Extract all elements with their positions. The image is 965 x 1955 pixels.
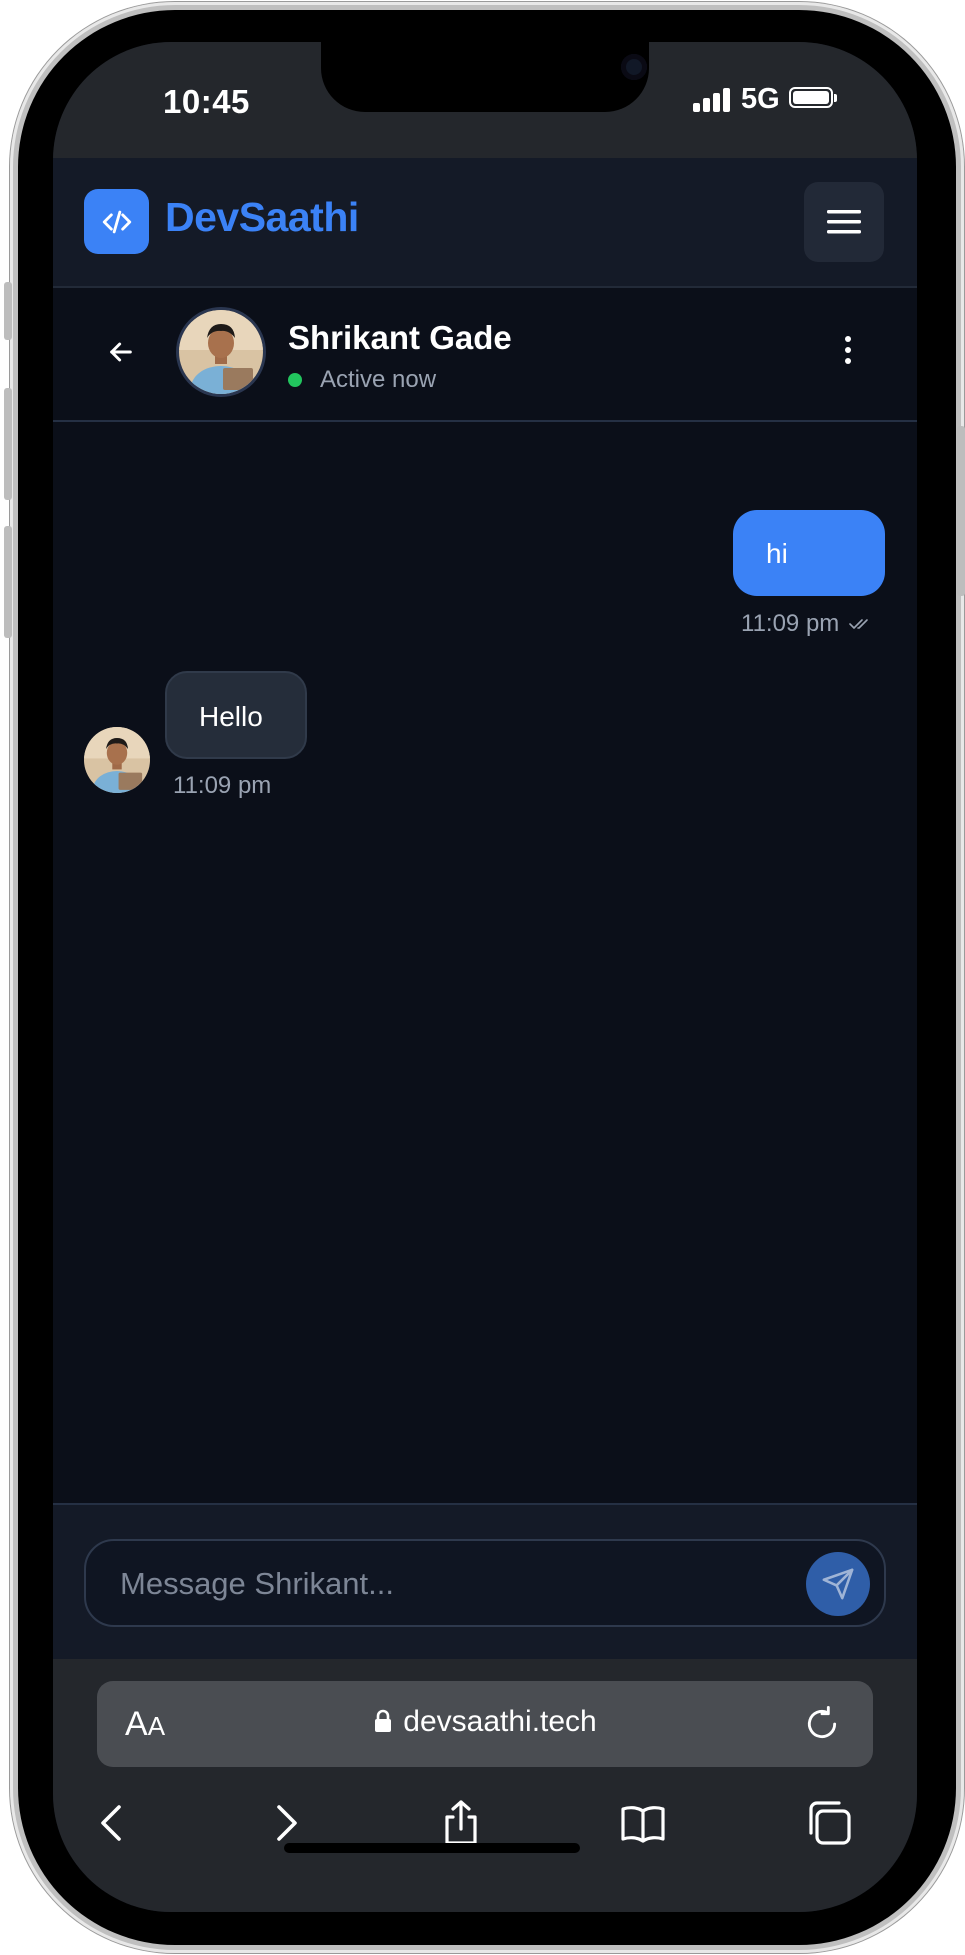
contact-avatar[interactable] (179, 310, 263, 394)
send-icon (822, 1568, 854, 1600)
back-icon[interactable] (89, 1799, 137, 1847)
tabs-icon[interactable] (805, 1799, 853, 1847)
message-time: 11:09 pm (741, 610, 840, 637)
kebab-dot (845, 358, 851, 364)
status-bar: 10:45 5G (53, 42, 917, 158)
sender-avatar[interactable] (84, 727, 150, 793)
browser-toolbar: AA devsaathi.tech (53, 1659, 917, 1912)
contact-name[interactable]: Shrikant Gade (288, 319, 512, 357)
forward-icon[interactable] (261, 1799, 309, 1847)
hamburger-menu-icon (827, 210, 861, 234)
menu-button[interactable] (804, 182, 884, 262)
phone-screen: 10:45 5G DevSaathi Shrikant Gade Active … (53, 42, 917, 1912)
kebab-menu-icon (845, 336, 851, 342)
double-check-icon (849, 619, 869, 629)
send-button[interactable] (806, 1552, 870, 1616)
home-indicator[interactable] (284, 1843, 580, 1853)
outgoing-message[interactable]: hi (733, 510, 885, 596)
message-composer (53, 1503, 917, 1659)
message-input[interactable] (118, 1541, 782, 1627)
power-button (957, 426, 965, 596)
url-text: devsaathi.tech (403, 1705, 597, 1738)
more-options-button[interactable] (843, 336, 853, 368)
volume-down-button (4, 526, 12, 638)
battery-icon (789, 87, 837, 108)
dynamic-island (321, 42, 649, 112)
status-text: Active now (320, 366, 437, 393)
contact-status: Active now (288, 366, 436, 394)
kebab-dot (845, 347, 851, 353)
volume-up-button (4, 388, 12, 500)
back-button[interactable] (105, 336, 137, 368)
message-list[interactable]: hi 11:09 pm Hello 11:09 pm (53, 422, 917, 1503)
mute-switch (4, 282, 12, 340)
reload-icon[interactable] (803, 1705, 841, 1743)
incoming-message[interactable]: Hello (165, 671, 307, 759)
online-indicator (288, 373, 302, 387)
signal-icon (693, 84, 733, 112)
brand-name[interactable]: DevSaathi (165, 194, 359, 241)
front-camera (621, 54, 647, 80)
avatar-image (84, 727, 150, 793)
outgoing-message-meta: 11:09 pm (741, 610, 873, 638)
status-time: 10:45 (163, 83, 250, 120)
arrow-left-icon (110, 342, 132, 362)
avatar-image (179, 310, 263, 394)
code-icon (102, 210, 131, 233)
message-input-wrapper (84, 1539, 886, 1627)
logo[interactable] (84, 189, 149, 254)
message-time: 11:09 pm (173, 772, 272, 799)
url-display[interactable]: devsaathi.tech (97, 1705, 873, 1739)
share-icon[interactable] (437, 1799, 485, 1847)
lock-icon (375, 1709, 392, 1732)
chat-header: Shrikant Gade Active now (53, 288, 917, 422)
network-type: 5G (741, 83, 780, 115)
address-bar[interactable]: AA devsaathi.tech (97, 1681, 873, 1767)
app-header: DevSaathi (53, 158, 917, 288)
bookmarks-icon[interactable] (619, 1799, 667, 1847)
